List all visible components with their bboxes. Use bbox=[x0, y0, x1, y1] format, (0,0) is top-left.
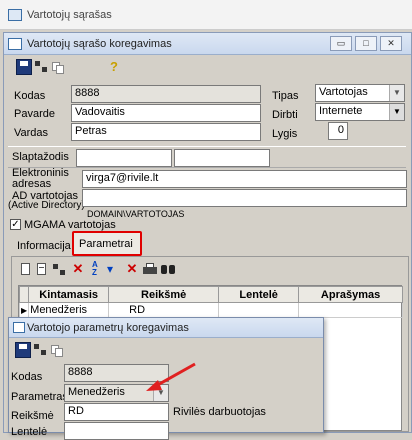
col-reiksme[interactable]: Reikšmė bbox=[108, 286, 220, 303]
email-field[interactable]: virga7@rivile.lt bbox=[82, 170, 407, 188]
dirbti-dropdown[interactable]: Internete ▼ bbox=[315, 103, 405, 121]
parametras-label: Parametras bbox=[11, 391, 68, 403]
save-icon[interactable] bbox=[16, 59, 32, 75]
tree-icon[interactable] bbox=[52, 262, 68, 278]
reiksme-description: Rivilės darbuotojas bbox=[173, 406, 266, 418]
dirbti-label: Dirbti bbox=[272, 109, 298, 121]
table-row[interactable]: ▶ Menedžeris RD bbox=[18, 302, 403, 318]
mgama-checkbox[interactable]: ✓ bbox=[10, 219, 21, 230]
lentele-field[interactable] bbox=[64, 422, 169, 440]
email-label-2: adresas bbox=[12, 178, 52, 190]
edit-icon[interactable] bbox=[34, 262, 50, 278]
copy-icon[interactable] bbox=[50, 59, 66, 75]
window-icon bbox=[13, 322, 25, 333]
delete-icon[interactable]: ✕ bbox=[70, 261, 86, 277]
maximize-button[interactable]: □ bbox=[355, 36, 377, 51]
tree-icon[interactable] bbox=[33, 342, 49, 358]
help-icon[interactable]: ? bbox=[106, 59, 122, 75]
close-button[interactable]: ✕ bbox=[380, 36, 402, 51]
slaptazodis-label: Slaptažodis bbox=[12, 151, 69, 163]
password-confirm-field[interactable] bbox=[174, 149, 270, 167]
tab-parametrai[interactable]: Parametrai bbox=[72, 231, 142, 256]
filter-icon[interactable]: ▾ bbox=[107, 261, 123, 277]
minimize-button[interactable]: ▭ bbox=[330, 36, 352, 51]
lentele-label: Lentelė bbox=[11, 426, 48, 438]
pavarde-field[interactable]: Vadovaitis bbox=[71, 104, 261, 122]
tipas-value: Vartotojas bbox=[319, 86, 368, 98]
ad-value: DOMAIN\VARTOTOJAS bbox=[87, 209, 185, 219]
col-aprasymas[interactable]: Aprašymas bbox=[298, 286, 403, 303]
ad-label-2: (Active Directory) bbox=[8, 200, 85, 211]
annotation-arrow-icon bbox=[146, 362, 196, 391]
mgama-label: MGAMA vartotojas bbox=[24, 219, 116, 231]
cell: Menedžeris bbox=[28, 302, 110, 318]
new-icon[interactable] bbox=[18, 262, 34, 278]
tab-parametrai-label: Parametrai bbox=[79, 238, 133, 250]
cell bbox=[218, 302, 300, 318]
parametras-value: Menedžeris bbox=[68, 386, 125, 398]
grid-header: Kintamasis Reikšmė Lentelė Aprašymas bbox=[18, 286, 403, 303]
param-kodas-label: Kodas bbox=[11, 371, 43, 383]
param-window-titlebar: Vartotojo parametrų koregavimas bbox=[9, 318, 323, 338]
clear-filter-icon[interactable]: ✕ bbox=[124, 261, 140, 277]
outer-window-title: Vartotojų sąrašas bbox=[27, 9, 112, 21]
dirbti-value: Internete bbox=[319, 105, 363, 117]
lygis-field[interactable]: 0 bbox=[328, 122, 348, 140]
window-icon bbox=[8, 38, 22, 50]
cell: RD bbox=[108, 302, 220, 318]
chevron-down-icon: ▼ bbox=[389, 104, 404, 120]
save-icon[interactable] bbox=[15, 342, 31, 358]
col-lentele[interactable]: Lentelė bbox=[218, 286, 300, 303]
vardas-field[interactable]: Petras bbox=[71, 123, 261, 141]
vardas-label: Vardas bbox=[14, 127, 49, 139]
param-window-title: Vartotojo parametrų koregavimas bbox=[27, 322, 189, 334]
sort-icon[interactable]: AZ bbox=[92, 261, 108, 277]
copy-icon[interactable] bbox=[49, 342, 65, 358]
tipas-dropdown[interactable]: Vartotojas ▼ bbox=[315, 84, 405, 102]
ad-field[interactable] bbox=[82, 189, 407, 207]
kodas-label: Kodas bbox=[14, 90, 46, 102]
password-group: Slaptažodis bbox=[8, 146, 406, 168]
reiksme-label: Reikšmė bbox=[11, 410, 54, 422]
chevron-down-icon: ▼ bbox=[389, 85, 404, 101]
tree-icon[interactable] bbox=[34, 59, 50, 75]
reiksme-field[interactable]: RD bbox=[64, 403, 169, 421]
kodas-field[interactable]: 8888 bbox=[71, 85, 261, 103]
lygis-label: Lygis bbox=[272, 128, 298, 140]
edit-window-titlebar: Vartotojų sąrašo koregavimas ▭ □ ✕ bbox=[4, 33, 411, 55]
pavarde-label: Pavarde bbox=[14, 108, 55, 120]
row-pointer-icon: ▶ bbox=[18, 302, 30, 318]
cell bbox=[298, 302, 403, 318]
outer-window-titlebar: Vartotojų sąrašas bbox=[0, 0, 412, 30]
edit-window-title: Vartotojų sąrašo koregavimas bbox=[27, 38, 172, 50]
tab-informacija[interactable]: Informacija bbox=[17, 240, 71, 252]
password-field[interactable] bbox=[76, 149, 172, 167]
window-icon bbox=[8, 9, 22, 21]
tipas-label: Tipas bbox=[272, 90, 299, 102]
col-kintamasis[interactable]: Kintamasis bbox=[28, 286, 110, 303]
binoculars-icon[interactable] bbox=[160, 262, 176, 278]
print-icon[interactable] bbox=[142, 262, 158, 278]
